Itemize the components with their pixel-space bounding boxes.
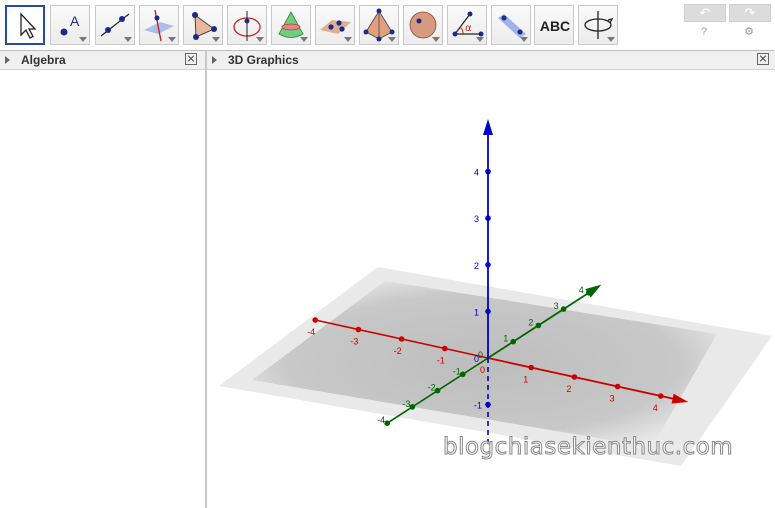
x-tick-mark — [312, 317, 318, 323]
redo-button[interactable]: ↷ — [729, 4, 771, 22]
y-tick-mark — [409, 404, 416, 410]
help-icon[interactable]: ? — [698, 26, 710, 38]
x-tick-label: 3 — [610, 394, 615, 404]
x-tick-label: -2 — [394, 346, 402, 356]
x-tick-label: 0 — [480, 365, 485, 375]
rotate-view-tool-button[interactable] — [578, 5, 618, 45]
graphics-panel-header: 3D Graphics — [207, 51, 775, 70]
y-tick-label: 3 — [554, 301, 559, 311]
x-tick-label: -3 — [350, 337, 358, 347]
z-tick-mark — [485, 308, 491, 315]
y-tick-mark — [510, 338, 516, 345]
intersect-surfaces-tool-button[interactable] — [271, 5, 311, 45]
z-tick-label: 3 — [474, 214, 479, 224]
undo-button[interactable]: ↶ — [684, 4, 726, 22]
algebra-view[interactable] — [0, 70, 205, 508]
watermark-text: blogchiasekienthuc.com — [442, 434, 734, 461]
polygon-tool-button[interactable] — [183, 5, 223, 45]
graphics-3d-view[interactable]: -4 -3 -2 -1 0 1 2 3 4 -4 -3 -2 -1 0 1 2 3 4 -1 0 1 2 3 4 blogch… — [207, 70, 775, 508]
x-tick-mark — [355, 326, 362, 333]
x-tick-label: 1 — [523, 375, 528, 385]
y-tick-label: -1 — [453, 366, 461, 376]
z-tick-label: 2 — [474, 261, 479, 271]
graphics-panel-title: 3D Graphics — [228, 53, 299, 67]
y-tick-label: -4 — [377, 415, 385, 425]
x-tick-mark — [398, 336, 405, 342]
move-tool-button[interactable] — [5, 5, 45, 45]
y-tick-mark — [434, 387, 441, 394]
x-tick-mark — [528, 364, 534, 371]
x-tick-label: -1 — [437, 356, 445, 366]
toolbar: A α ABC ↶ ↷ ? ⚙ — [0, 0, 775, 51]
x-tick-mark — [442, 345, 448, 352]
y-tick-mark — [460, 371, 466, 378]
close-graphics-icon[interactable] — [757, 53, 769, 65]
y-tick-label: 4 — [579, 285, 584, 295]
x-tick-mark — [614, 383, 621, 390]
algebra-panel-title: Algebra — [21, 53, 66, 67]
point-tool-button[interactable]: A — [50, 5, 90, 45]
perpendicular-line-tool-button[interactable] — [139, 5, 179, 45]
y-tick-label: 2 — [528, 317, 533, 327]
y-tick-mark — [535, 322, 542, 329]
circle-tool-button[interactable] — [227, 5, 267, 45]
collapse-triangle-icon[interactable] — [212, 56, 217, 64]
z-tick-label: -1 — [474, 401, 482, 411]
algebra-panel-header: Algebra — [0, 51, 205, 70]
svg-text:α: α — [465, 23, 472, 34]
reflect-tool-button[interactable] — [491, 5, 531, 45]
y-tick-label: 1 — [503, 334, 508, 344]
x-tick-label: 4 — [653, 403, 658, 413]
text-tool-button[interactable]: ABC — [534, 5, 574, 45]
x-tick-label: 2 — [566, 384, 571, 394]
z-tick-mark — [485, 401, 491, 408]
z-tick-label: 4 — [474, 168, 479, 178]
sphere-tool-button[interactable] — [403, 5, 443, 45]
x-tick-label: -4 — [307, 327, 315, 337]
collapse-triangle-icon[interactable] — [5, 56, 10, 64]
z-tick-mark — [485, 215, 491, 221]
z-tick-label: 1 — [474, 307, 479, 317]
y-tick-label: -3 — [402, 399, 410, 409]
z-axis-arrowhead — [483, 119, 493, 135]
plane-through-points-tool-button[interactable] — [315, 5, 355, 45]
z-tick-label: 0 — [474, 354, 479, 364]
x-tick-mark — [658, 393, 664, 399]
y-tick-mark — [586, 290, 592, 296]
pyramid-tool-button[interactable] — [359, 5, 399, 45]
settings-gear-icon[interactable]: ⚙ — [743, 26, 755, 38]
y-tick-mark — [560, 306, 567, 312]
angle-tool-button[interactable]: α — [447, 5, 487, 45]
close-algebra-icon[interactable] — [185, 53, 197, 65]
arrow-pointer-icon — [20, 12, 37, 39]
z-tick-mark — [485, 262, 491, 268]
svg-text:A: A — [70, 13, 80, 29]
y-tick-label: -2 — [428, 383, 436, 393]
y-tick-mark — [384, 420, 390, 427]
z-tick-mark — [485, 168, 491, 175]
x-tick-mark — [571, 374, 578, 380]
text-abc-icon: ABC — [539, 18, 571, 34]
line-tool-button[interactable] — [95, 5, 135, 45]
